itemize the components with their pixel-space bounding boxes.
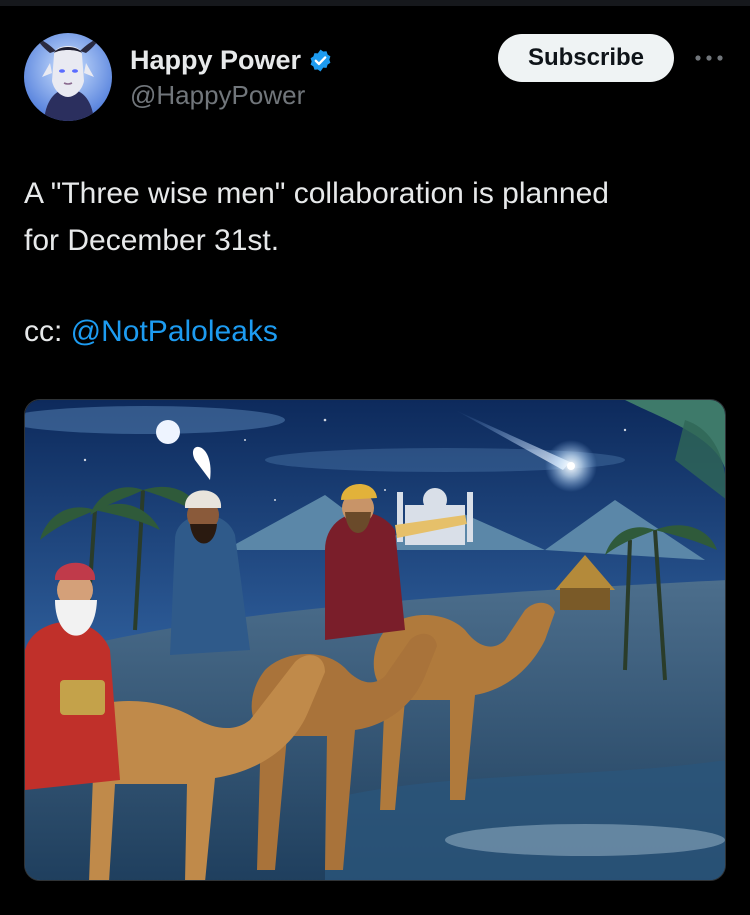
more-horizontal-icon[interactable] — [692, 46, 726, 70]
cc-line: cc: @NotPaloleaks — [24, 308, 278, 355]
author-display-name[interactable]: Happy Power — [130, 45, 301, 76]
post-text-line: A "Three wise men" collaboration is plan… — [24, 177, 609, 210]
mention-link[interactable]: @NotPaloleaks — [71, 315, 278, 348]
author-name-row[interactable]: Happy Power — [130, 43, 333, 77]
top-divider — [0, 0, 750, 6]
subscribe-button[interactable]: Subscribe — [498, 34, 674, 82]
cc-prefix: cc: — [24, 315, 71, 348]
author-avatar[interactable] — [24, 33, 112, 121]
post-text: A "Three wise men" collaboration is plan… — [24, 170, 714, 264]
post-text-line: for December 31st. — [24, 224, 280, 257]
post-media-image[interactable] — [24, 399, 726, 881]
author-handle[interactable]: @HappyPower — [130, 80, 305, 111]
verified-badge-icon — [308, 48, 333, 73]
